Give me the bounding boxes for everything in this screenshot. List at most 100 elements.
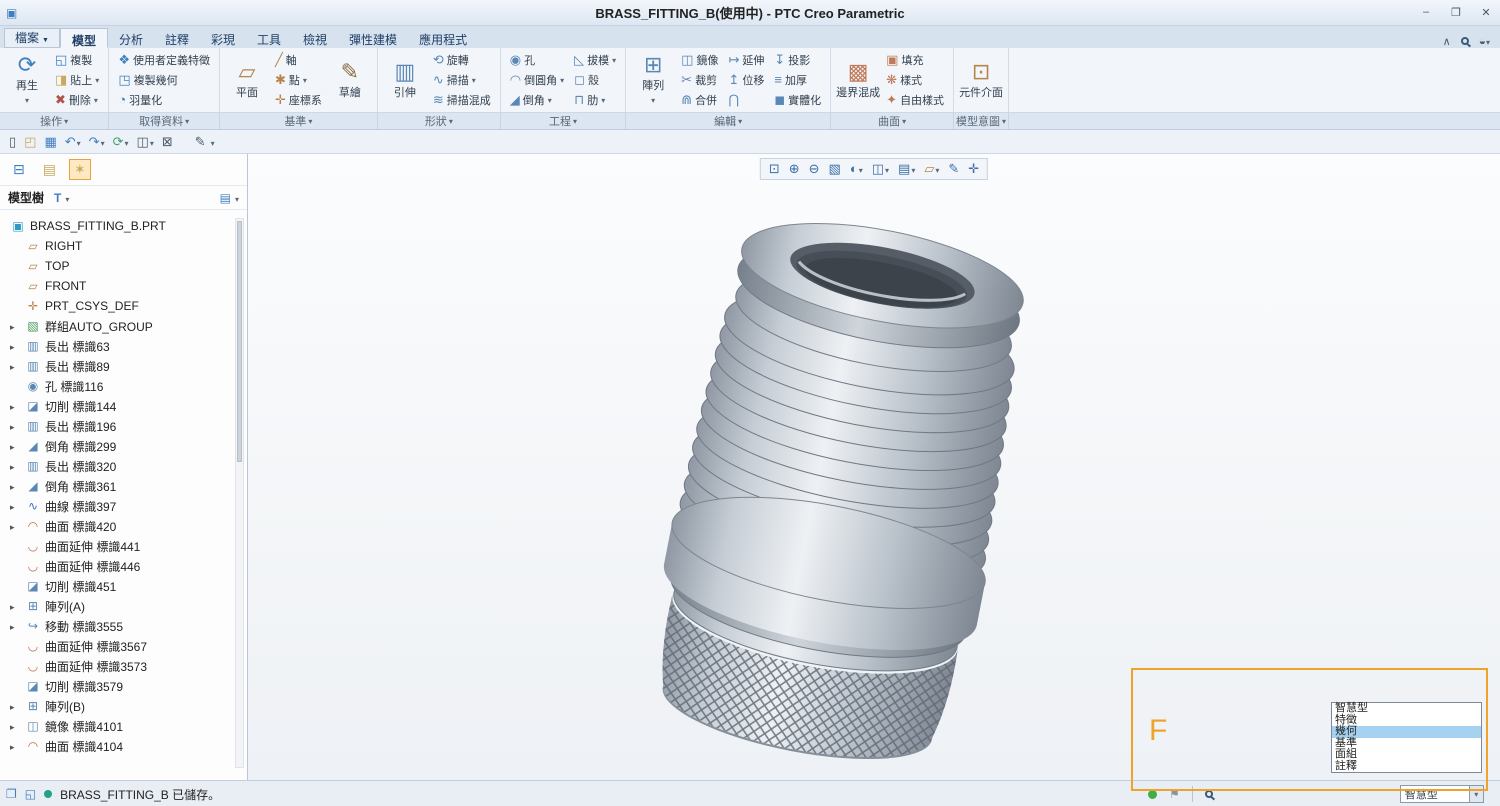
pattern-button[interactable]: 陣列 <box>631 50 675 110</box>
udf-button[interactable]: 使用者定義特徵 <box>114 50 214 70</box>
undo-button[interactable] <box>62 133 84 151</box>
tree-item[interactable]: 長出 標識320 <box>10 456 247 476</box>
group-label-get-data[interactable]: 取得資料 <box>109 112 220 129</box>
expand-arrow-icon[interactable] <box>10 459 21 473</box>
tree-item[interactable]: 長出 標識63 <box>10 336 247 356</box>
refit-button[interactable] <box>766 161 783 177</box>
tree-item[interactable]: 長出 標識196 <box>10 416 247 436</box>
minimize-button[interactable] <box>1418 6 1434 19</box>
plane-button[interactable]: 平面 <box>225 50 269 110</box>
save-button[interactable] <box>41 133 59 151</box>
combo-dropdown-button[interactable] <box>1469 786 1483 802</box>
repaint-button[interactable] <box>826 161 844 177</box>
browser-toggle-icon[interactable] <box>25 787 36 801</box>
filter-dropdown-list[interactable]: 智慧型 特徵 幾何 基準 面組 註釋 <box>1331 702 1482 773</box>
model-display-options-button[interactable] <box>1479 34 1490 48</box>
trim-button[interactable]: 裁剪 <box>677 70 722 90</box>
open-file-button[interactable] <box>21 133 39 151</box>
expand-arrow-icon[interactable] <box>10 339 21 353</box>
filter-option[interactable]: 註釋 <box>1332 761 1481 773</box>
ribbon-tab[interactable]: 模型 <box>60 28 108 48</box>
tree-filter-icon[interactable] <box>54 191 61 205</box>
expand-arrow-icon[interactable] <box>10 319 21 333</box>
tree-item[interactable]: 陣列(B) <box>10 696 247 716</box>
group-label-operations[interactable]: 操作 <box>0 112 109 129</box>
group-label-shapes[interactable]: 形狀 <box>378 112 501 129</box>
tree-item[interactable]: 長出 標識89 <box>10 356 247 376</box>
tree-item[interactable]: 鏡像 標識4101 <box>10 716 247 736</box>
select-pen-button[interactable] <box>192 133 209 151</box>
tree-item[interactable]: 曲面 標識420 <box>10 516 247 536</box>
window-manager-button[interactable] <box>134 133 157 151</box>
tree-item[interactable]: 倒角 標識299 <box>10 436 247 456</box>
mirror-button[interactable]: 鏡像 <box>677 50 722 70</box>
copy-button[interactable]: 複製 <box>51 50 103 70</box>
fill-button[interactable]: 填充 <box>882 50 948 70</box>
tree-item[interactable]: TOP <box>10 256 247 276</box>
rib-button[interactable]: 肋 <box>570 90 620 110</box>
expand-arrow-icon[interactable] <box>10 619 21 633</box>
tree-item[interactable]: 切削 標識3579 <box>10 676 247 696</box>
offset-button[interactable]: 位移 <box>724 70 768 90</box>
3d-model-brass-fitting[interactable] <box>568 189 1113 780</box>
group-label-editing[interactable]: 編輯 <box>626 112 831 129</box>
expand-arrow-icon[interactable] <box>10 699 21 713</box>
maximize-button[interactable] <box>1448 6 1464 19</box>
expand-arrow-icon[interactable] <box>10 739 21 753</box>
navigator-toggle-icon[interactable] <box>6 787 17 801</box>
tree-item[interactable]: 曲面延伸 標識3573 <box>10 656 247 676</box>
boundary-blend-button[interactable]: 邊界混成 <box>836 50 880 110</box>
tree-filter-arrow-icon[interactable] <box>65 191 69 205</box>
sweep-button[interactable]: 掃描 <box>429 70 495 90</box>
component-interface-button[interactable]: 元件介面 <box>959 50 1003 110</box>
expand-arrow-icon[interactable] <box>10 599 21 613</box>
tree-item[interactable]: 切削 標識451 <box>10 576 247 596</box>
sketch-button[interactable]: 草繪 <box>328 50 372 110</box>
flag-icon[interactable] <box>1169 787 1180 801</box>
graphics-area[interactable] <box>248 154 1500 780</box>
tree-item[interactable]: 移動 標識3555 <box>10 616 247 636</box>
ribbon-tab[interactable]: 工具 <box>246 28 292 48</box>
navigator-show-button[interactable] <box>8 159 30 180</box>
group-label-model-intent[interactable]: 模型意圖 <box>954 112 1009 129</box>
tree-item[interactable]: FRONT <box>10 276 247 296</box>
tree-settings-icon[interactable] <box>220 191 231 205</box>
zoom-in-button[interactable] <box>786 161 803 177</box>
tree-item[interactable]: 曲線 標識397 <box>10 496 247 516</box>
ribbon-tab[interactable]: 應用程式 <box>408 28 478 48</box>
copy-geometry-button[interactable]: 複製幾何 <box>114 70 214 90</box>
tree-item[interactable]: BRASS_FITTING_B.PRT <box>10 216 247 236</box>
navigator-folder-button[interactable] <box>38 159 61 180</box>
shell-button[interactable]: 殼 <box>570 70 620 90</box>
redo-button[interactable] <box>86 133 108 151</box>
expand-arrow-icon[interactable] <box>10 399 21 413</box>
intersect-button[interactable] <box>724 90 768 110</box>
regenerate-qat-button[interactable] <box>110 133 132 151</box>
expand-arrow-icon[interactable] <box>10 719 21 733</box>
hole-button[interactable]: 孔 <box>506 50 568 70</box>
spin-center-button[interactable] <box>965 161 982 177</box>
extend-button[interactable]: 延伸 <box>724 50 768 70</box>
display-style-button[interactable] <box>847 161 866 177</box>
group-label-surfaces[interactable]: 曲面 <box>831 112 954 129</box>
close-window-button[interactable] <box>159 133 176 151</box>
expand-arrow-icon[interactable] <box>10 439 21 453</box>
shrinkwrap-button[interactable]: 羽量化 <box>114 90 214 110</box>
saved-orientations-button[interactable] <box>895 161 918 177</box>
expand-arrow-icon[interactable] <box>10 359 21 373</box>
navigator-favorites-button[interactable] <box>69 159 91 180</box>
command-search-icon[interactable] <box>1461 37 1469 45</box>
tree-item[interactable]: 曲面延伸 標識446 <box>10 556 247 576</box>
expand-arrow-icon[interactable] <box>10 519 21 533</box>
tree-item[interactable]: 切削 標識144 <box>10 396 247 416</box>
style-button[interactable]: 樣式 <box>882 70 948 90</box>
tree-item[interactable]: 曲面延伸 標識441 <box>10 536 247 556</box>
tree-settings-arrow-icon[interactable] <box>235 191 239 205</box>
regenerate-button[interactable]: 再生 <box>5 50 49 110</box>
thicken-button[interactable]: 加厚 <box>770 70 825 90</box>
ribbon-tab[interactable]: 彩現 <box>200 28 246 48</box>
tree-item[interactable]: PRT_CSYS_DEF <box>10 296 247 316</box>
delete-button[interactable]: 刪除 <box>51 90 103 110</box>
revolve-button[interactable]: 旋轉 <box>429 50 495 70</box>
tree-item[interactable]: 曲面 標識4104 <box>10 736 247 756</box>
